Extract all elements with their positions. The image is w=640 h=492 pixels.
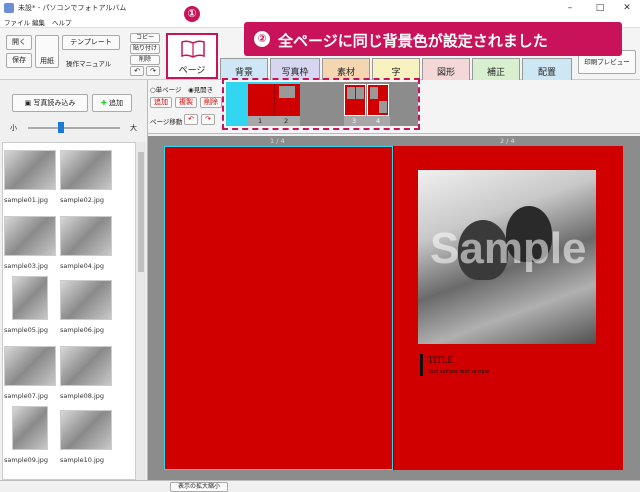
duplicate-page-button[interactable]: 複製: [175, 97, 197, 108]
step1-badge: ①: [184, 6, 200, 22]
window-title: 未設* - パソコンでフォトアルバム: [18, 4, 127, 12]
delete-page-button[interactable]: 削除: [200, 97, 222, 108]
tab-layout[interactable]: 配置: [522, 58, 572, 80]
maximize-button[interactable]: □: [585, 0, 615, 16]
photo-name: sample01.jpg: [4, 196, 49, 204]
page-num-2: 2: [284, 117, 289, 125]
page-label-left: 1 / 4: [270, 137, 285, 145]
photo-thumb[interactable]: [4, 216, 56, 256]
menu-help[interactable]: ヘルプ: [52, 17, 72, 27]
delete-button[interactable]: 削除: [130, 55, 160, 65]
template-button[interactable]: テンプレート: [62, 35, 120, 50]
page-num-3: 3: [352, 117, 357, 125]
tab-correction[interactable]: 補正: [472, 58, 520, 80]
add-photo-label: 追加: [109, 99, 124, 107]
spread-thumb-2[interactable]: 3 4: [300, 82, 418, 126]
photo-thumb[interactable]: [4, 150, 56, 190]
photo-name: sample08.jpg: [60, 392, 105, 400]
step2-badge: ②: [254, 31, 270, 47]
photo-frame[interactable]: Sample: [418, 170, 596, 344]
photo-thumb[interactable]: [12, 276, 48, 320]
watermark: Sample: [430, 224, 587, 273]
paper-button[interactable]: 用紙: [35, 35, 59, 68]
photo-thumb[interactable]: [60, 150, 112, 190]
title-bar-accent: [420, 354, 423, 376]
book-icon: [181, 40, 205, 58]
menu-edit[interactable]: 編集: [32, 17, 45, 27]
slider-max-label: 大: [130, 124, 137, 132]
plus-icon: ✚: [100, 99, 107, 107]
thumb-size-slider[interactable]: [28, 127, 120, 129]
tab-background[interactable]: 背景: [220, 58, 268, 80]
move-right-icon[interactable]: ↷: [201, 114, 215, 125]
photo-thumb[interactable]: [4, 346, 56, 386]
manual-link[interactable]: 操作マニュアル: [66, 58, 111, 68]
page-left[interactable]: [164, 146, 393, 470]
page-num-1: 1: [258, 117, 263, 125]
photo-name: sample02.jpg: [60, 196, 105, 204]
open-button[interactable]: 開く: [6, 35, 32, 50]
scrollbar[interactable]: [136, 142, 146, 480]
photo-name: sample05.jpg: [4, 326, 49, 334]
page-move-label: ページ移動: [150, 118, 183, 126]
spread-radio[interactable]: ◉見開き: [188, 84, 213, 94]
photo-thumb[interactable]: [60, 410, 112, 450]
copy-button[interactable]: コピー: [130, 33, 160, 43]
single-page-radio[interactable]: ○単ページ: [150, 84, 182, 94]
spread-thumb-1[interactable]: 1 2: [226, 82, 300, 126]
photo-thumb[interactable]: [12, 406, 48, 450]
load-photos-button[interactable]: ▣ 写真読み込み: [12, 94, 88, 112]
photo-thumb[interactable]: [60, 280, 112, 320]
page-num-4: 4: [376, 117, 381, 125]
step2-message: 全ページに同じ背景色が設定されました: [278, 32, 548, 50]
single-page-label: 単ページ: [155, 86, 182, 94]
photo-name: sample07.jpg: [4, 392, 49, 400]
undo-icon[interactable]: ↶: [130, 66, 144, 76]
redo-icon[interactable]: ↷: [146, 66, 160, 76]
paste-button[interactable]: 貼り付け: [130, 44, 160, 54]
move-left-icon[interactable]: ↶: [184, 114, 198, 125]
tab-material[interactable]: 素材: [322, 58, 370, 80]
photo-thumb[interactable]: [60, 216, 112, 256]
app-icon: [4, 3, 14, 13]
photo-name: sample06.jpg: [60, 326, 105, 334]
add-page-button[interactable]: 追加: [150, 97, 172, 108]
photo-name: sample09.jpg: [4, 456, 49, 464]
status-bar: 表示の拡大縮小: [0, 480, 640, 492]
subtitle-text[interactable]: Text sample text sample: [428, 369, 489, 375]
minimize-button[interactable]: –: [555, 0, 585, 16]
tab-text[interactable]: 字: [372, 58, 420, 80]
page-label-right: 2 / 4: [500, 137, 515, 145]
title-bar: 未設* - パソコンでフォトアルバム – □ ✕: [0, 0, 640, 16]
photo-name: sample03.jpg: [4, 262, 49, 270]
title-text[interactable]: TITLE: [428, 355, 453, 365]
photo-name: sample10.jpg: [60, 456, 105, 464]
tab-page-label: ページ: [178, 66, 206, 76]
save-button[interactable]: 保存: [6, 53, 32, 68]
image-icon: ▣: [24, 99, 32, 107]
slider-min-label: 小: [10, 124, 17, 132]
tab-page[interactable]: ページ: [166, 33, 218, 79]
tab-shape[interactable]: 図形: [422, 58, 470, 80]
add-photo-button[interactable]: ✚ 追加: [92, 94, 132, 112]
tab-photo-frame[interactable]: 写真枠: [270, 58, 320, 80]
spread-label: 見開き: [193, 86, 214, 94]
menu-file[interactable]: ファイル: [4, 17, 30, 27]
load-photos-label: 写真読み込み: [33, 99, 76, 107]
photo-thumb[interactable]: [60, 346, 112, 386]
close-button[interactable]: ✕: [612, 0, 640, 16]
slider-handle[interactable]: [58, 122, 64, 133]
step2-banner: ② 全ページに同じ背景色が設定されました: [244, 22, 622, 56]
photo-name: sample04.jpg: [60, 262, 105, 270]
zoom-button[interactable]: 表示の拡大縮小: [170, 482, 228, 492]
